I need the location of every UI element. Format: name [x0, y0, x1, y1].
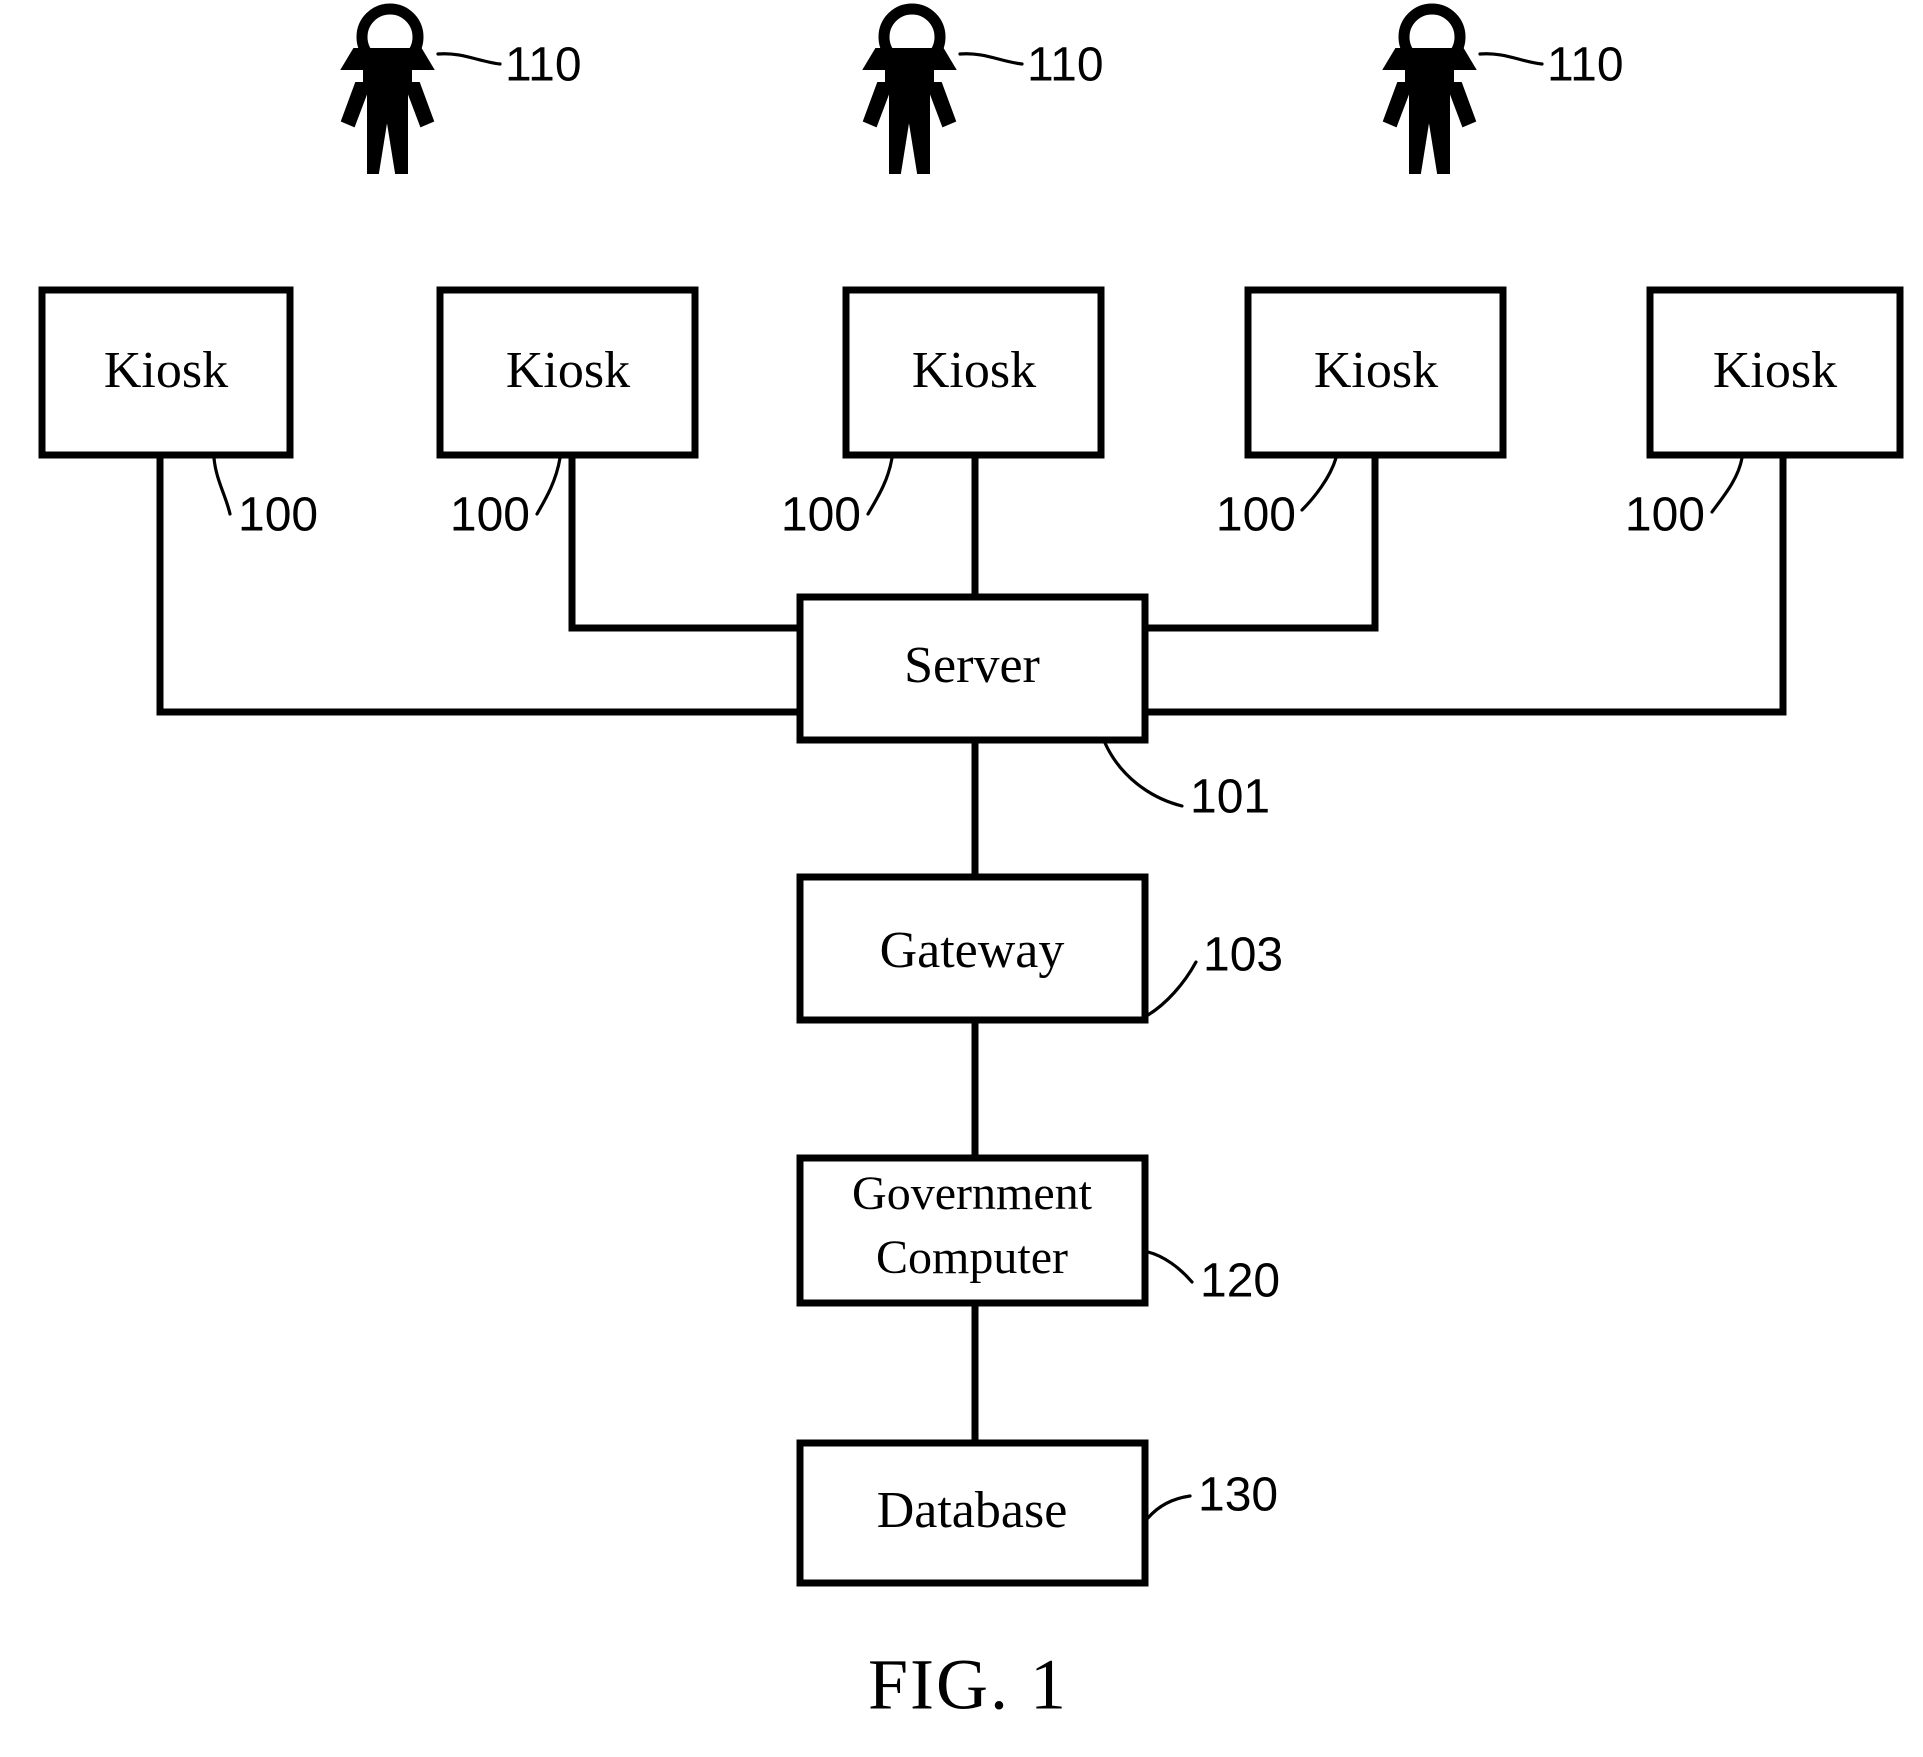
ref-numeral-kiosk-1: 100 [238, 489, 318, 542]
connector-kiosk2-server [568, 451, 804, 632]
figure-caption: FIG. 1 [868, 1645, 1068, 1725]
government-computer-node[interactable]: Government Computer 120 [796, 1154, 1280, 1308]
ref-numeral-kiosk-2: 100 [450, 489, 530, 542]
person-icon [1382, 3, 1477, 174]
government-computer-label-line1: Government [852, 1167, 1093, 1220]
diagram-canvas: 110 110 110 Kiosk 100 Kiosk 100 Kiosk 10… [38, 3, 1904, 1725]
database-label: Database [877, 1482, 1068, 1539]
ref-numeral-gateway: 103 [1203, 929, 1283, 982]
ref-numeral-person-2: 110 [1027, 39, 1104, 92]
kiosk-node-4[interactable]: Kiosk 100 [1216, 286, 1507, 542]
leader-line-database [1146, 1494, 1192, 1520]
kiosk-label: Kiosk [912, 342, 1036, 399]
ref-numeral-person-3: 110 [1547, 39, 1624, 92]
ref-numeral-kiosk-5: 100 [1625, 489, 1705, 542]
leader-line-person-3 [1478, 52, 1544, 66]
kiosk-node-3[interactable]: Kiosk 100 [781, 286, 1105, 542]
person-icon [340, 3, 435, 174]
patent-figure: 110 110 110 Kiosk 100 Kiosk 100 Kiosk 10… [0, 0, 1923, 1757]
person-group-1: 110 [340, 3, 582, 174]
leader-line-kiosk-5 [1710, 456, 1744, 514]
gateway-node[interactable]: Gateway 103 [796, 873, 1283, 1024]
leader-line-kiosk-2 [535, 456, 562, 516]
kiosk-label: Kiosk [1713, 342, 1837, 399]
ref-numeral-person-1: 110 [505, 39, 582, 92]
kiosk-label: Kiosk [1314, 342, 1438, 399]
ref-numeral-government-computer: 120 [1200, 1255, 1280, 1308]
person-icon [862, 3, 957, 174]
ref-numeral-database: 130 [1198, 1469, 1278, 1522]
server-label: Server [904, 637, 1040, 694]
leader-line-person-1 [436, 52, 502, 66]
ref-numeral-server: 101 [1190, 771, 1270, 824]
kiosk-node-2[interactable]: Kiosk 100 [436, 286, 699, 542]
kiosk-label: Kiosk [104, 342, 228, 399]
person-group-3: 110 [1382, 3, 1624, 174]
leader-line-kiosk-4 [1300, 456, 1338, 512]
kiosk-node-5[interactable]: Kiosk 100 [1625, 286, 1904, 542]
person-group-2: 110 [862, 3, 1104, 174]
leader-line-kiosk-3 [866, 456, 894, 516]
ref-numeral-kiosk-3: 100 [781, 489, 861, 542]
government-computer-label-line2: Computer [876, 1231, 1068, 1284]
kiosk-label: Kiosk [506, 342, 630, 399]
ref-numeral-kiosk-4: 100 [1216, 489, 1296, 542]
kiosk-node-1[interactable]: Kiosk 100 [38, 286, 318, 542]
leader-line-person-2 [958, 52, 1024, 66]
gateway-label: Gateway [880, 922, 1065, 979]
database-node[interactable]: Database 130 [796, 1439, 1278, 1587]
leader-line-server [1103, 741, 1184, 808]
leader-line-kiosk-1 [212, 456, 232, 516]
leader-line-gateway [1146, 960, 1198, 1017]
leader-line-government-computer [1146, 1250, 1194, 1284]
